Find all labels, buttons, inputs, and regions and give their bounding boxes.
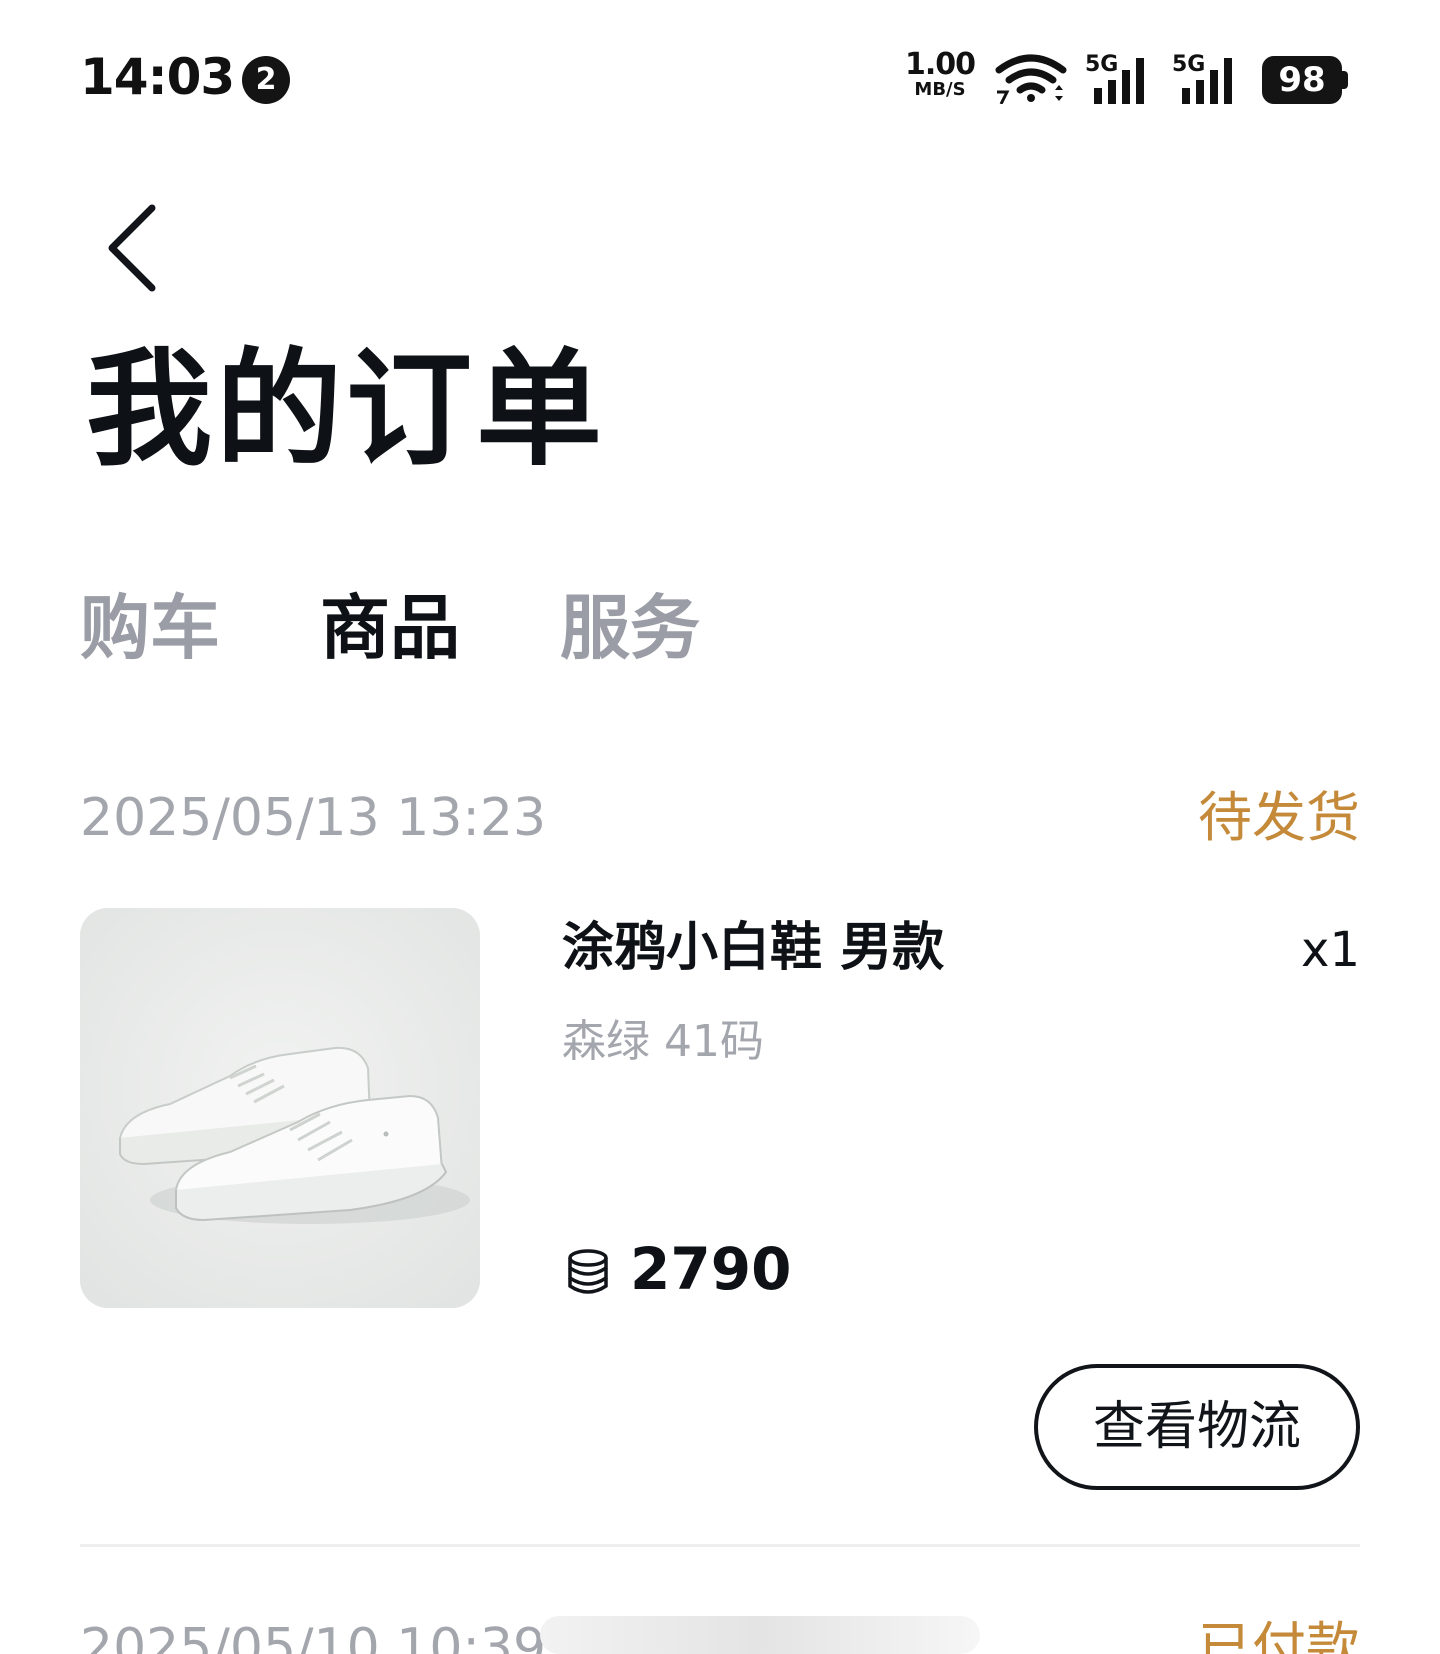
status-bar: 14:03 2 1.00 MB/S 5G 5G 98 [0, 0, 1440, 160]
order-card: 2025/05/13 13:23 待发货 涂鸦小白鞋 男款 x1 森绿 41码 … [80, 786, 1360, 1496]
order-card: 2025/05/10 10:39 已付款 [80, 1616, 1360, 1654]
coin-stack-icon [568, 1249, 608, 1294]
status-time: 14:03 [80, 48, 235, 106]
network-speed: 1.00 MB/S [902, 50, 978, 100]
product-image[interactable] [80, 908, 480, 1308]
wifi-icon [995, 54, 1067, 104]
order-divider [80, 1544, 1360, 1547]
notification-badge: 2 [242, 56, 290, 104]
view-logistics-button[interactable]: 查看物流 [1034, 1364, 1360, 1490]
battery-tip [1342, 71, 1348, 89]
scroll-indicator [540, 1616, 980, 1654]
product-variant: 森绿 41码 [562, 1016, 764, 1067]
back-button[interactable] [96, 198, 176, 298]
signal-1-icon [1094, 58, 1144, 104]
page-title: 我的订单 [86, 336, 606, 483]
chevron-left-icon [108, 204, 156, 292]
tab-services[interactable]: 服务 [560, 586, 700, 670]
network-speed-unit: MB/S [914, 79, 966, 100]
orders-page: 14:03 2 1.00 MB/S 5G 5G 98 我的订单 购车 商品 服务… [0, 0, 1440, 1654]
tab-car[interactable]: 购车 [80, 586, 220, 670]
sneaker-image [80, 908, 480, 1308]
order-status: 已付款 [1198, 1616, 1360, 1654]
battery-level: 98 [1262, 56, 1342, 104]
product-name[interactable]: 涂鸦小白鞋 男款 [562, 916, 944, 980]
order-time: 2025/05/10 10:39 [80, 1618, 547, 1654]
product-quantity: x1 [1301, 922, 1360, 978]
battery-icon: 98 [1262, 56, 1348, 104]
network-speed-value: 1.00 [904, 47, 976, 82]
order-time: 2025/05/13 13:23 [80, 788, 547, 848]
signal-2-icon [1182, 58, 1232, 104]
order-status: 待发货 [1198, 786, 1360, 849]
tab-products[interactable]: 商品 [320, 586, 460, 670]
product-price: 2790 [630, 1235, 792, 1303]
